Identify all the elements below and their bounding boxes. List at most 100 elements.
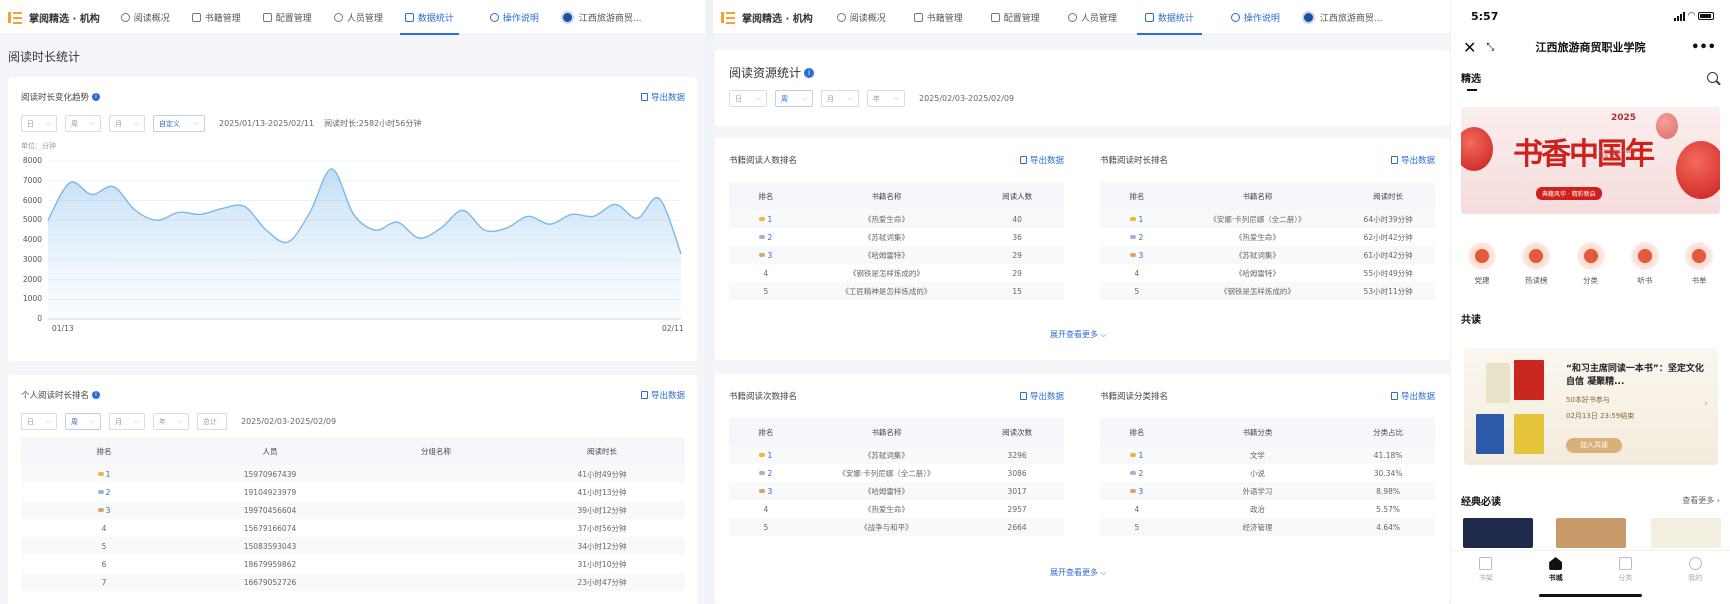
shortcut-hot[interactable]: 热读榜 <box>1511 242 1561 286</box>
join-coread-button[interactable]: 加入共读 <box>1566 438 1622 453</box>
book-thumbnail[interactable] <box>1651 518 1721 548</box>
page-title: 阅读时长统计 <box>8 50 81 64</box>
table-row: 4 《哈姆雷特》 55小时49分钟 <box>1100 264 1435 282</box>
nav-label: 阅读概况 <box>133 13 170 24</box>
nav-item-help[interactable]: 操作说明 <box>1220 0 1291 35</box>
brand-name: 掌阅精选 · 机构 <box>742 13 813 25</box>
nav-item-config[interactable]: 配置管理 <box>252 0 323 35</box>
rank-number: 1 <box>767 450 773 460</box>
coread-card[interactable]: “和习主席同读一本书”：坚定文化自信 凝聚精... 50本好书参与 02月13日… <box>1464 348 1718 465</box>
readers-rank-table: 排名 书籍名称 阅读人数 1 《热爱生命》 40 2 《苏轼词集》 36 3 《哈姆雷特》 29 4 《… <box>729 182 1064 300</box>
rank-number: 1 <box>1138 214 1144 224</box>
export-button[interactable]: 导出数据 <box>640 91 685 103</box>
nav-item-statistics[interactable]: 数据统计 <box>1131 0 1208 35</box>
brand[interactable]: 掌阅精选 · 机构 <box>713 10 823 25</box>
more-icon[interactable]: ••• <box>1691 40 1716 55</box>
filter-week[interactable]: 周 ⌵ <box>775 90 813 107</box>
mobile-app-panel: 5:57 ◠ ✕ ⤡ 江西旅游商贸职业学院 ••• 精选 2025 书香中国年 … <box>1451 0 1730 604</box>
info-icon[interactable]: i <box>92 93 101 101</box>
nav-item-overview[interactable]: 阅读概况 <box>823 0 900 35</box>
expand-more-button[interactable]: 展开查看更多 ⌵ <box>1050 329 1107 340</box>
filter-label: 年 <box>873 94 880 103</box>
filter-day[interactable]: 日 ⌵ <box>729 90 767 107</box>
shortcut-booklist[interactable]: 书单 <box>1674 242 1724 286</box>
minimize-icon[interactable]: ⤡ <box>1486 42 1494 53</box>
shortcut-category[interactable]: 分类 <box>1566 242 1616 286</box>
org-avatar <box>1301 10 1315 24</box>
see-more-link[interactable]: 查看更多 › <box>1682 495 1720 506</box>
medal-icon <box>759 471 766 476</box>
tab-bookstore[interactable]: 书城 <box>1536 557 1576 583</box>
table-cell <box>353 465 519 483</box>
chevron-down-icon: ⌵ <box>893 94 899 102</box>
table-cell: 34小时12分钟 <box>519 537 685 555</box>
data-point <box>483 229 485 231</box>
promo-banner[interactable]: 2025 书香中国年 BOOKISH CHINESE NEW YEAR 典籍风华… <box>1461 107 1720 214</box>
org-switcher[interactable]: 江西旅游商贸... <box>1291 0 1394 35</box>
grid-icon <box>1618 557 1632 570</box>
export-button[interactable]: 导出数据 <box>1391 390 1435 402</box>
shortcut-audio[interactable]: 听书 <box>1620 242 1670 286</box>
export-button[interactable]: 导出数据 <box>640 389 685 401</box>
nav-item-members[interactable]: 人员管理 <box>323 0 394 35</box>
data-point <box>592 215 594 217</box>
help-icon <box>1230 12 1240 22</box>
category-shortcuts: 党建 热读榜 分类 听书 书单 <box>1457 242 1724 286</box>
nav-item-books[interactable]: 书籍管理 <box>900 0 977 35</box>
tab-category[interactable]: 分类 <box>1605 557 1645 583</box>
nav-item-members[interactable]: 人员管理 <box>1054 0 1131 35</box>
nav-item-statistics[interactable]: 数据统计 <box>394 0 465 35</box>
brand[interactable]: 掌阅精选 · 机构 <box>0 10 110 25</box>
x-tick-start: 01/13 <box>52 324 74 333</box>
nav-item-help[interactable]: 操作说明 <box>479 0 550 35</box>
filter-week[interactable]: 周 ⌵ <box>65 413 101 430</box>
filter-total[interactable]: 总计 <box>197 413 227 430</box>
export-icon <box>1391 156 1398 164</box>
info-icon[interactable]: i <box>92 391 101 399</box>
org-switcher[interactable]: 江西旅游商贸... <box>550 0 653 35</box>
tab-bookshelf[interactable]: 书架 <box>1466 557 1506 583</box>
table-row: 1 《苏轼词集》 3296 <box>729 446 1064 464</box>
filter-month[interactable]: 月 ⌵ <box>821 90 859 107</box>
y-tick-label: 2000 <box>22 274 42 284</box>
data-point <box>680 253 682 255</box>
personal-ranking-table: 排名 人员 分组名称 阅读时长 1 15970967439 41小时49分钟 2 191… <box>21 437 685 591</box>
export-button[interactable]: 导出数据 <box>1391 154 1435 166</box>
export-button[interactable]: 导出数据 <box>1020 390 1064 402</box>
nav-item-books[interactable]: 书籍管理 <box>181 0 252 35</box>
shortcut-party[interactable]: 党建 <box>1457 242 1507 286</box>
trend-title: 阅读时长变化趋势 i <box>21 91 101 103</box>
table-cell: 《苏轼词集》 <box>1173 246 1342 264</box>
brand-logo-icon <box>8 11 23 24</box>
info-icon[interactable]: i <box>804 67 815 78</box>
book-thumbnail[interactable] <box>1463 518 1533 548</box>
tab-mine[interactable]: 我的 <box>1675 557 1715 583</box>
search-icon[interactable] <box>1707 71 1718 83</box>
user-icon <box>333 12 343 22</box>
filter-custom[interactable]: 自定义 ⌵ <box>153 115 205 132</box>
book-thumbnail[interactable] <box>1556 518 1626 548</box>
user-icon <box>1067 12 1077 22</box>
rank-cell: 1 <box>1100 210 1174 228</box>
table-cell: 《热爱生命》 <box>802 210 971 228</box>
category-rank-table: 排名 书籍分类 分类占比 1 文学 41.18% 2 小说 30.34% 3 外语学习 8.98% 4… <box>1100 418 1435 536</box>
filter-day[interactable]: 日 ⌵ <box>21 413 57 430</box>
data-point <box>658 197 660 199</box>
tab-label: 书城 <box>1548 574 1563 582</box>
table-row: 4 15679166074 37小时56分钟 <box>21 519 685 537</box>
rank-number: 2 <box>1138 468 1144 478</box>
medal-icon <box>97 490 104 495</box>
filter-year[interactable]: 年 ⌵ <box>867 90 905 107</box>
export-button[interactable]: 导出数据 <box>1020 154 1064 166</box>
nav-item-overview[interactable]: 阅读概况 <box>110 0 181 35</box>
filter-day[interactable]: 日 ⌵ <box>21 115 57 132</box>
filter-year[interactable]: 年 ⌵ <box>153 413 189 430</box>
filter-month[interactable]: 月 ⌵ <box>109 115 145 132</box>
nav-item-config[interactable]: 配置管理 <box>977 0 1054 35</box>
expand-more-button[interactable]: 展开查看更多 ⌵ <box>1050 567 1107 578</box>
filter-week[interactable]: 周 ⌵ <box>65 115 101 132</box>
data-point <box>505 227 507 229</box>
filter-month[interactable]: 月 ⌵ <box>109 413 145 430</box>
tab-featured[interactable]: 精选 <box>1461 70 1481 91</box>
close-icon[interactable]: ✕ <box>1463 38 1476 57</box>
